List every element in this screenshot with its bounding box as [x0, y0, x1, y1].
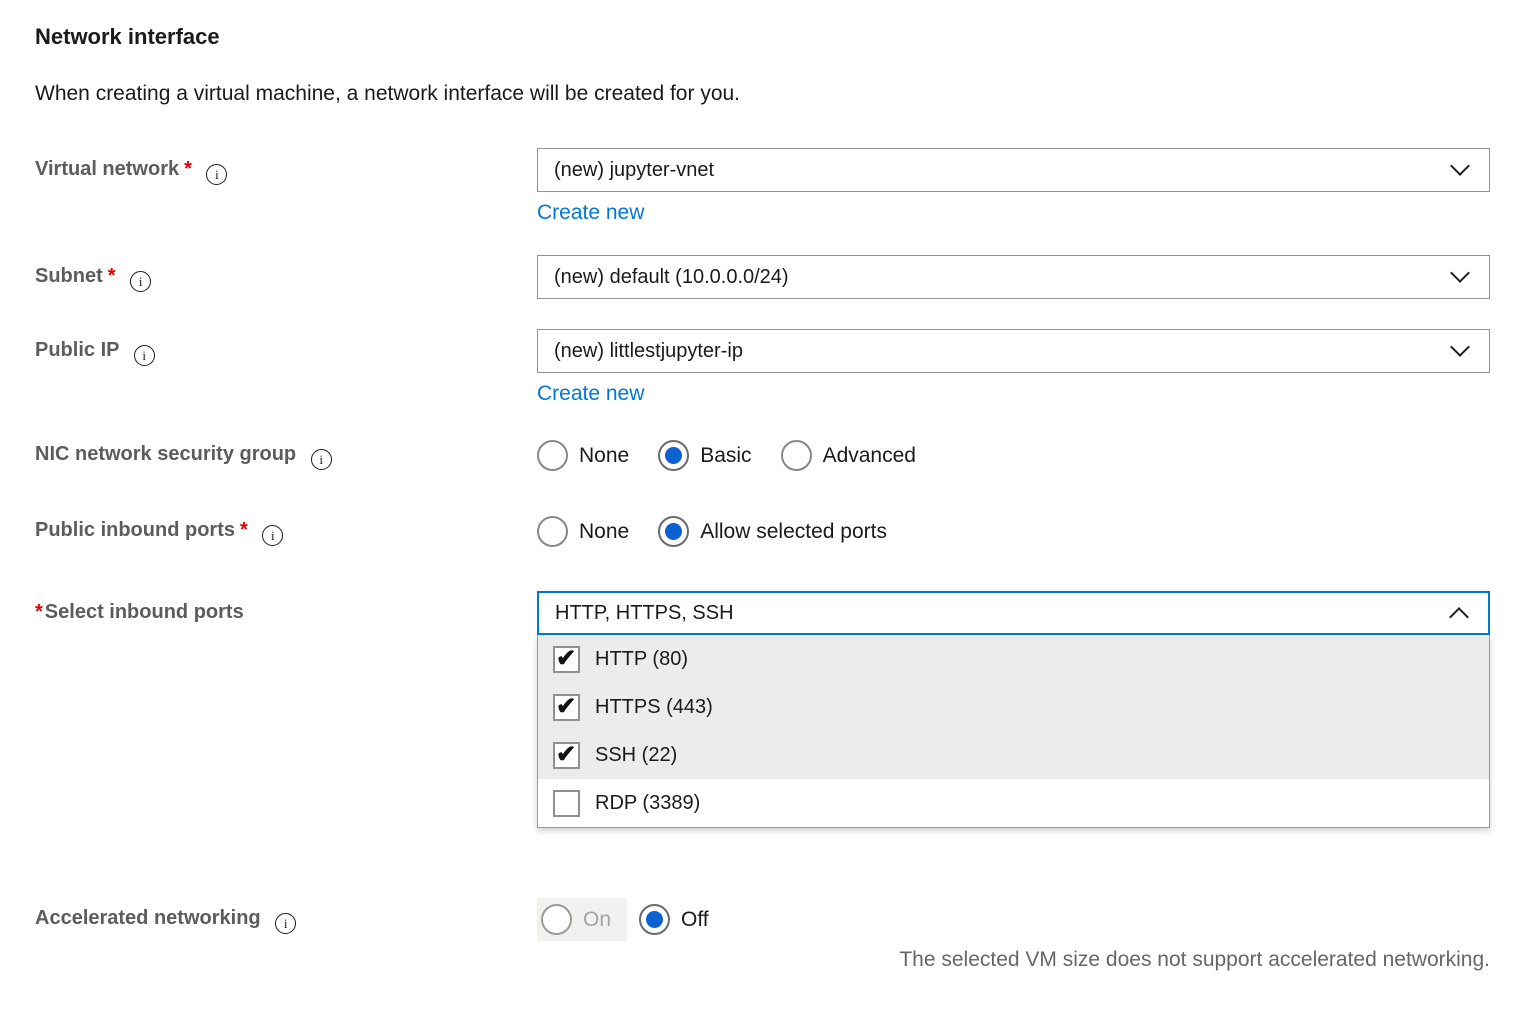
label-text: Accelerated networking [35, 907, 261, 929]
field-row-subnet: Subnet* (new) default (10.0.0.0/24) [35, 255, 1532, 299]
select-inbound-ports-label: *Select inbound ports [35, 591, 537, 625]
virtual-network-select[interactable]: (new) jupyter-vnet [537, 148, 1490, 192]
field-row-accelerated-networking: Accelerated networking On Off [35, 898, 1532, 941]
radio-icon [639, 904, 670, 935]
field-row-public-inbound-ports: Public inbound ports* None Allow selecte… [35, 516, 1532, 547]
label-text: NIC network security group [35, 443, 296, 465]
port-option-rdp[interactable]: RDP (3389) [538, 779, 1489, 827]
radio-icon [541, 904, 572, 935]
radio-icon [537, 516, 568, 547]
port-option-ssh[interactable]: SSH (22) [538, 731, 1489, 779]
nic-nsg-option-basic[interactable]: Basic [658, 440, 751, 471]
nic-nsg-option-advanced[interactable]: Advanced [781, 440, 916, 471]
checkbox-icon [553, 646, 580, 673]
public-ip-control: (new) littlestjupyter-ip Create new [537, 329, 1490, 406]
info-icon[interactable] [130, 271, 151, 292]
inbound-ports-multiselect[interactable]: HTTP, HTTPS, SSH [537, 591, 1490, 635]
chevron-down-icon [1450, 263, 1470, 283]
virtual-network-control: (new) jupyter-vnet Create new [537, 148, 1490, 225]
label-text: Select inbound ports [45, 601, 244, 623]
required-asterisk: * [184, 158, 192, 180]
label-text: Subnet [35, 265, 103, 287]
port-option-label: RDP (3389) [595, 792, 700, 815]
radio-label: Allow selected ports [700, 520, 887, 544]
required-asterisk: * [240, 519, 248, 541]
network-interface-form: Virtual network* (new) jupyter-vnet Crea… [35, 148, 1532, 972]
radio-label: None [579, 520, 629, 544]
accelerated-networking-note: The selected VM size does not support ac… [537, 948, 1490, 972]
inbound-option-allow-selected[interactable]: Allow selected ports [658, 516, 887, 547]
public-inbound-ports-label: Public inbound ports* [35, 517, 537, 546]
info-icon[interactable] [275, 913, 296, 934]
network-interface-section: Network interface When creating a virtua… [0, 0, 1532, 972]
create-new-vnet-link[interactable]: Create new [537, 201, 644, 225]
create-new-public-ip-link[interactable]: Create new [537, 382, 644, 406]
subnet-label: Subnet* [35, 255, 537, 292]
label-text: Public inbound ports [35, 519, 235, 541]
chevron-up-icon [1449, 607, 1469, 627]
radio-label: On [583, 908, 611, 932]
info-icon[interactable] [206, 164, 227, 185]
radio-icon [658, 440, 689, 471]
accelerated-networking-radio-group: On Off [537, 898, 1490, 941]
radio-label: Basic [700, 444, 751, 468]
chevron-down-icon [1450, 337, 1470, 357]
field-row-public-ip: Public IP (new) littlestjupyter-ip Creat… [35, 329, 1532, 406]
radio-label: None [579, 444, 629, 468]
checkbox-icon [553, 694, 580, 721]
virtual-network-label: Virtual network* [35, 148, 537, 185]
accelerated-networking-label: Accelerated networking [35, 905, 537, 934]
subnet-control: (new) default (10.0.0.0/24) [537, 255, 1490, 299]
required-asterisk: * [35, 601, 43, 623]
multiselect-value: HTTP, HTTPS, SSH [555, 602, 734, 625]
page-description: When creating a virtual machine, a netwo… [35, 81, 1532, 106]
info-icon[interactable] [134, 345, 155, 366]
accelerated-option-off[interactable]: Off [639, 904, 709, 935]
info-icon[interactable] [262, 525, 283, 546]
accelerated-option-on: On [537, 898, 627, 941]
field-row-nic-nsg: NIC network security group None Basic Ad… [35, 440, 1532, 471]
nic-nsg-radio-group: None Basic Advanced [537, 440, 1490, 471]
checkbox-icon [553, 742, 580, 769]
select-value: (new) littlestjupyter-ip [554, 340, 743, 363]
field-row-select-inbound-ports: *Select inbound ports HTTP, HTTPS, SSH H… [35, 591, 1532, 828]
label-text: Public IP [35, 339, 119, 361]
chevron-down-icon [1450, 156, 1470, 176]
label-text: Virtual network [35, 158, 179, 180]
page-title: Network interface [35, 24, 1532, 50]
public-ip-label: Public IP [35, 329, 537, 366]
inbound-option-none[interactable]: None [537, 516, 629, 547]
inbound-ports-dropdown-panel: HTTP (80) HTTPS (443) SSH (22) RDP (3389… [537, 635, 1490, 828]
port-option-https[interactable]: HTTPS (443) [538, 683, 1489, 731]
nic-nsg-option-none[interactable]: None [537, 440, 629, 471]
subnet-select[interactable]: (new) default (10.0.0.0/24) [537, 255, 1490, 299]
radio-icon [537, 440, 568, 471]
field-row-virtual-network: Virtual network* (new) jupyter-vnet Crea… [35, 148, 1532, 225]
port-option-label: SSH (22) [595, 744, 677, 767]
radio-icon [658, 516, 689, 547]
empty-label-spacer [35, 941, 537, 949]
required-asterisk: * [108, 265, 116, 287]
info-icon[interactable] [311, 449, 332, 470]
checkbox-icon [553, 790, 580, 817]
select-value: (new) jupyter-vnet [554, 159, 714, 182]
nic-nsg-label: NIC network security group [35, 441, 537, 470]
select-value: (new) default (10.0.0.0/24) [554, 266, 789, 289]
radio-label: Advanced [823, 444, 916, 468]
accelerated-networking-note-row: The selected VM size does not support ac… [35, 941, 1532, 972]
public-ip-select[interactable]: (new) littlestjupyter-ip [537, 329, 1490, 373]
select-inbound-ports-control: HTTP, HTTPS, SSH HTTP (80) HTTPS (443) S… [537, 591, 1490, 828]
radio-icon [781, 440, 812, 471]
port-option-label: HTTP (80) [595, 648, 688, 671]
port-option-http[interactable]: HTTP (80) [538, 635, 1489, 683]
port-option-label: HTTPS (443) [595, 696, 713, 719]
public-inbound-ports-radio-group: None Allow selected ports [537, 516, 1490, 547]
radio-label: Off [681, 908, 709, 932]
